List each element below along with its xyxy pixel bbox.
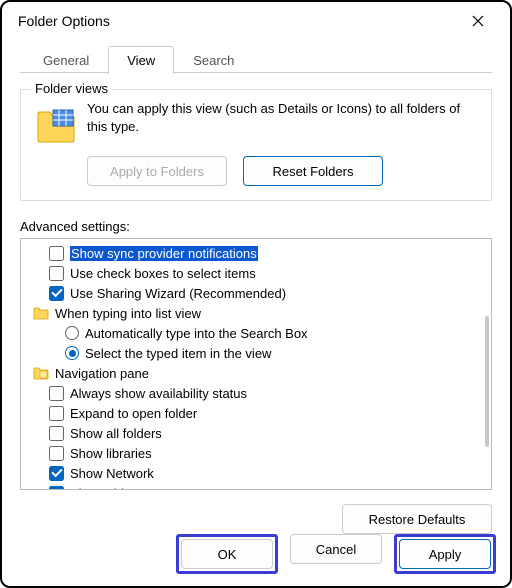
scrollbar[interactable]	[485, 245, 489, 483]
item-label: Show all folders	[70, 426, 162, 441]
item-label: Use Sharing Wizard (Recommended)	[70, 286, 286, 301]
close-icon	[472, 15, 484, 27]
highlight-ok: OK	[176, 534, 278, 574]
radio[interactable]	[65, 346, 79, 360]
checkbox[interactable]	[49, 386, 64, 401]
window-title: Folder Options	[14, 13, 458, 29]
folder-views-icon	[35, 104, 77, 146]
folder-views-legend: Folder views	[31, 81, 112, 96]
item-label: Automatically type into the Search Box	[85, 326, 308, 341]
tab-strip: General View Search	[2, 46, 510, 73]
tab-general[interactable]: General	[24, 46, 108, 73]
close-button[interactable]	[458, 2, 498, 40]
tab-search[interactable]: Search	[174, 46, 253, 73]
item-label: Expand to open folder	[70, 406, 197, 421]
advanced-item[interactable]: Show sync provider notifications	[25, 243, 489, 263]
advanced-settings-list[interactable]: Show sync provider notifications Use chec…	[20, 238, 492, 490]
item-label: Show This PC	[70, 486, 152, 491]
advanced-item[interactable]: Show libraries	[25, 443, 489, 463]
advanced-item: When typing into list view	[25, 303, 489, 323]
item-label: Use check boxes to select items	[70, 266, 256, 281]
item-label: Show libraries	[70, 446, 152, 461]
ok-button[interactable]: OK	[181, 539, 273, 569]
navigation-pane-icon	[33, 366, 49, 380]
item-label: Always show availability status	[70, 386, 247, 401]
tab-view[interactable]: View	[108, 46, 174, 74]
checkbox[interactable]	[49, 286, 64, 301]
item-label: Show sync provider notifications	[70, 246, 258, 261]
folder-icon	[33, 306, 49, 320]
advanced-item[interactable]: Expand to open folder	[25, 403, 489, 423]
advanced-item[interactable]: Show Network	[25, 463, 489, 483]
advanced-item[interactable]: Automatically type into the Search Box	[25, 323, 489, 343]
checkbox[interactable]	[49, 406, 64, 421]
advanced-item: Navigation pane	[25, 363, 489, 383]
advanced-item[interactable]: Show This PC	[25, 483, 489, 490]
apply-button[interactable]: Apply	[399, 539, 491, 569]
checkbox[interactable]	[49, 246, 64, 261]
apply-to-folders-button: Apply to Folders	[87, 156, 227, 186]
radio[interactable]	[65, 326, 79, 340]
reset-folders-button[interactable]: Reset Folders	[243, 156, 383, 186]
title-bar: Folder Options	[2, 2, 510, 40]
item-label: Select the typed item in the view	[85, 346, 271, 361]
advanced-item[interactable]: Use check boxes to select items	[25, 263, 489, 283]
checkbox[interactable]	[49, 266, 64, 281]
advanced-settings-label: Advanced settings:	[20, 219, 492, 234]
scrollbar-thumb[interactable]	[485, 316, 489, 447]
advanced-item[interactable]: Always show availability status	[25, 383, 489, 403]
item-label: Navigation pane	[55, 366, 149, 381]
dialog-buttons: OK Cancel Apply	[16, 534, 496, 574]
checkbox[interactable]	[49, 426, 64, 441]
checkbox[interactable]	[49, 446, 64, 461]
cancel-button[interactable]: Cancel	[290, 534, 382, 564]
folder-views-description: You can apply this view (such as Details…	[87, 100, 477, 135]
tab-panel-view: Folder views You can apply this view (su…	[20, 73, 492, 534]
advanced-item[interactable]: Use Sharing Wizard (Recommended)	[25, 283, 489, 303]
restore-defaults-button[interactable]: Restore Defaults	[342, 504, 492, 534]
item-label: When typing into list view	[55, 306, 201, 321]
advanced-item[interactable]: Select the typed item in the view	[25, 343, 489, 363]
item-label: Show Network	[70, 466, 154, 481]
highlight-apply: Apply	[394, 534, 496, 574]
checkbox[interactable]	[49, 486, 64, 491]
advanced-item[interactable]: Show all folders	[25, 423, 489, 443]
folder-views-group: Folder views You can apply this view (su…	[20, 89, 492, 201]
checkbox[interactable]	[49, 466, 64, 481]
